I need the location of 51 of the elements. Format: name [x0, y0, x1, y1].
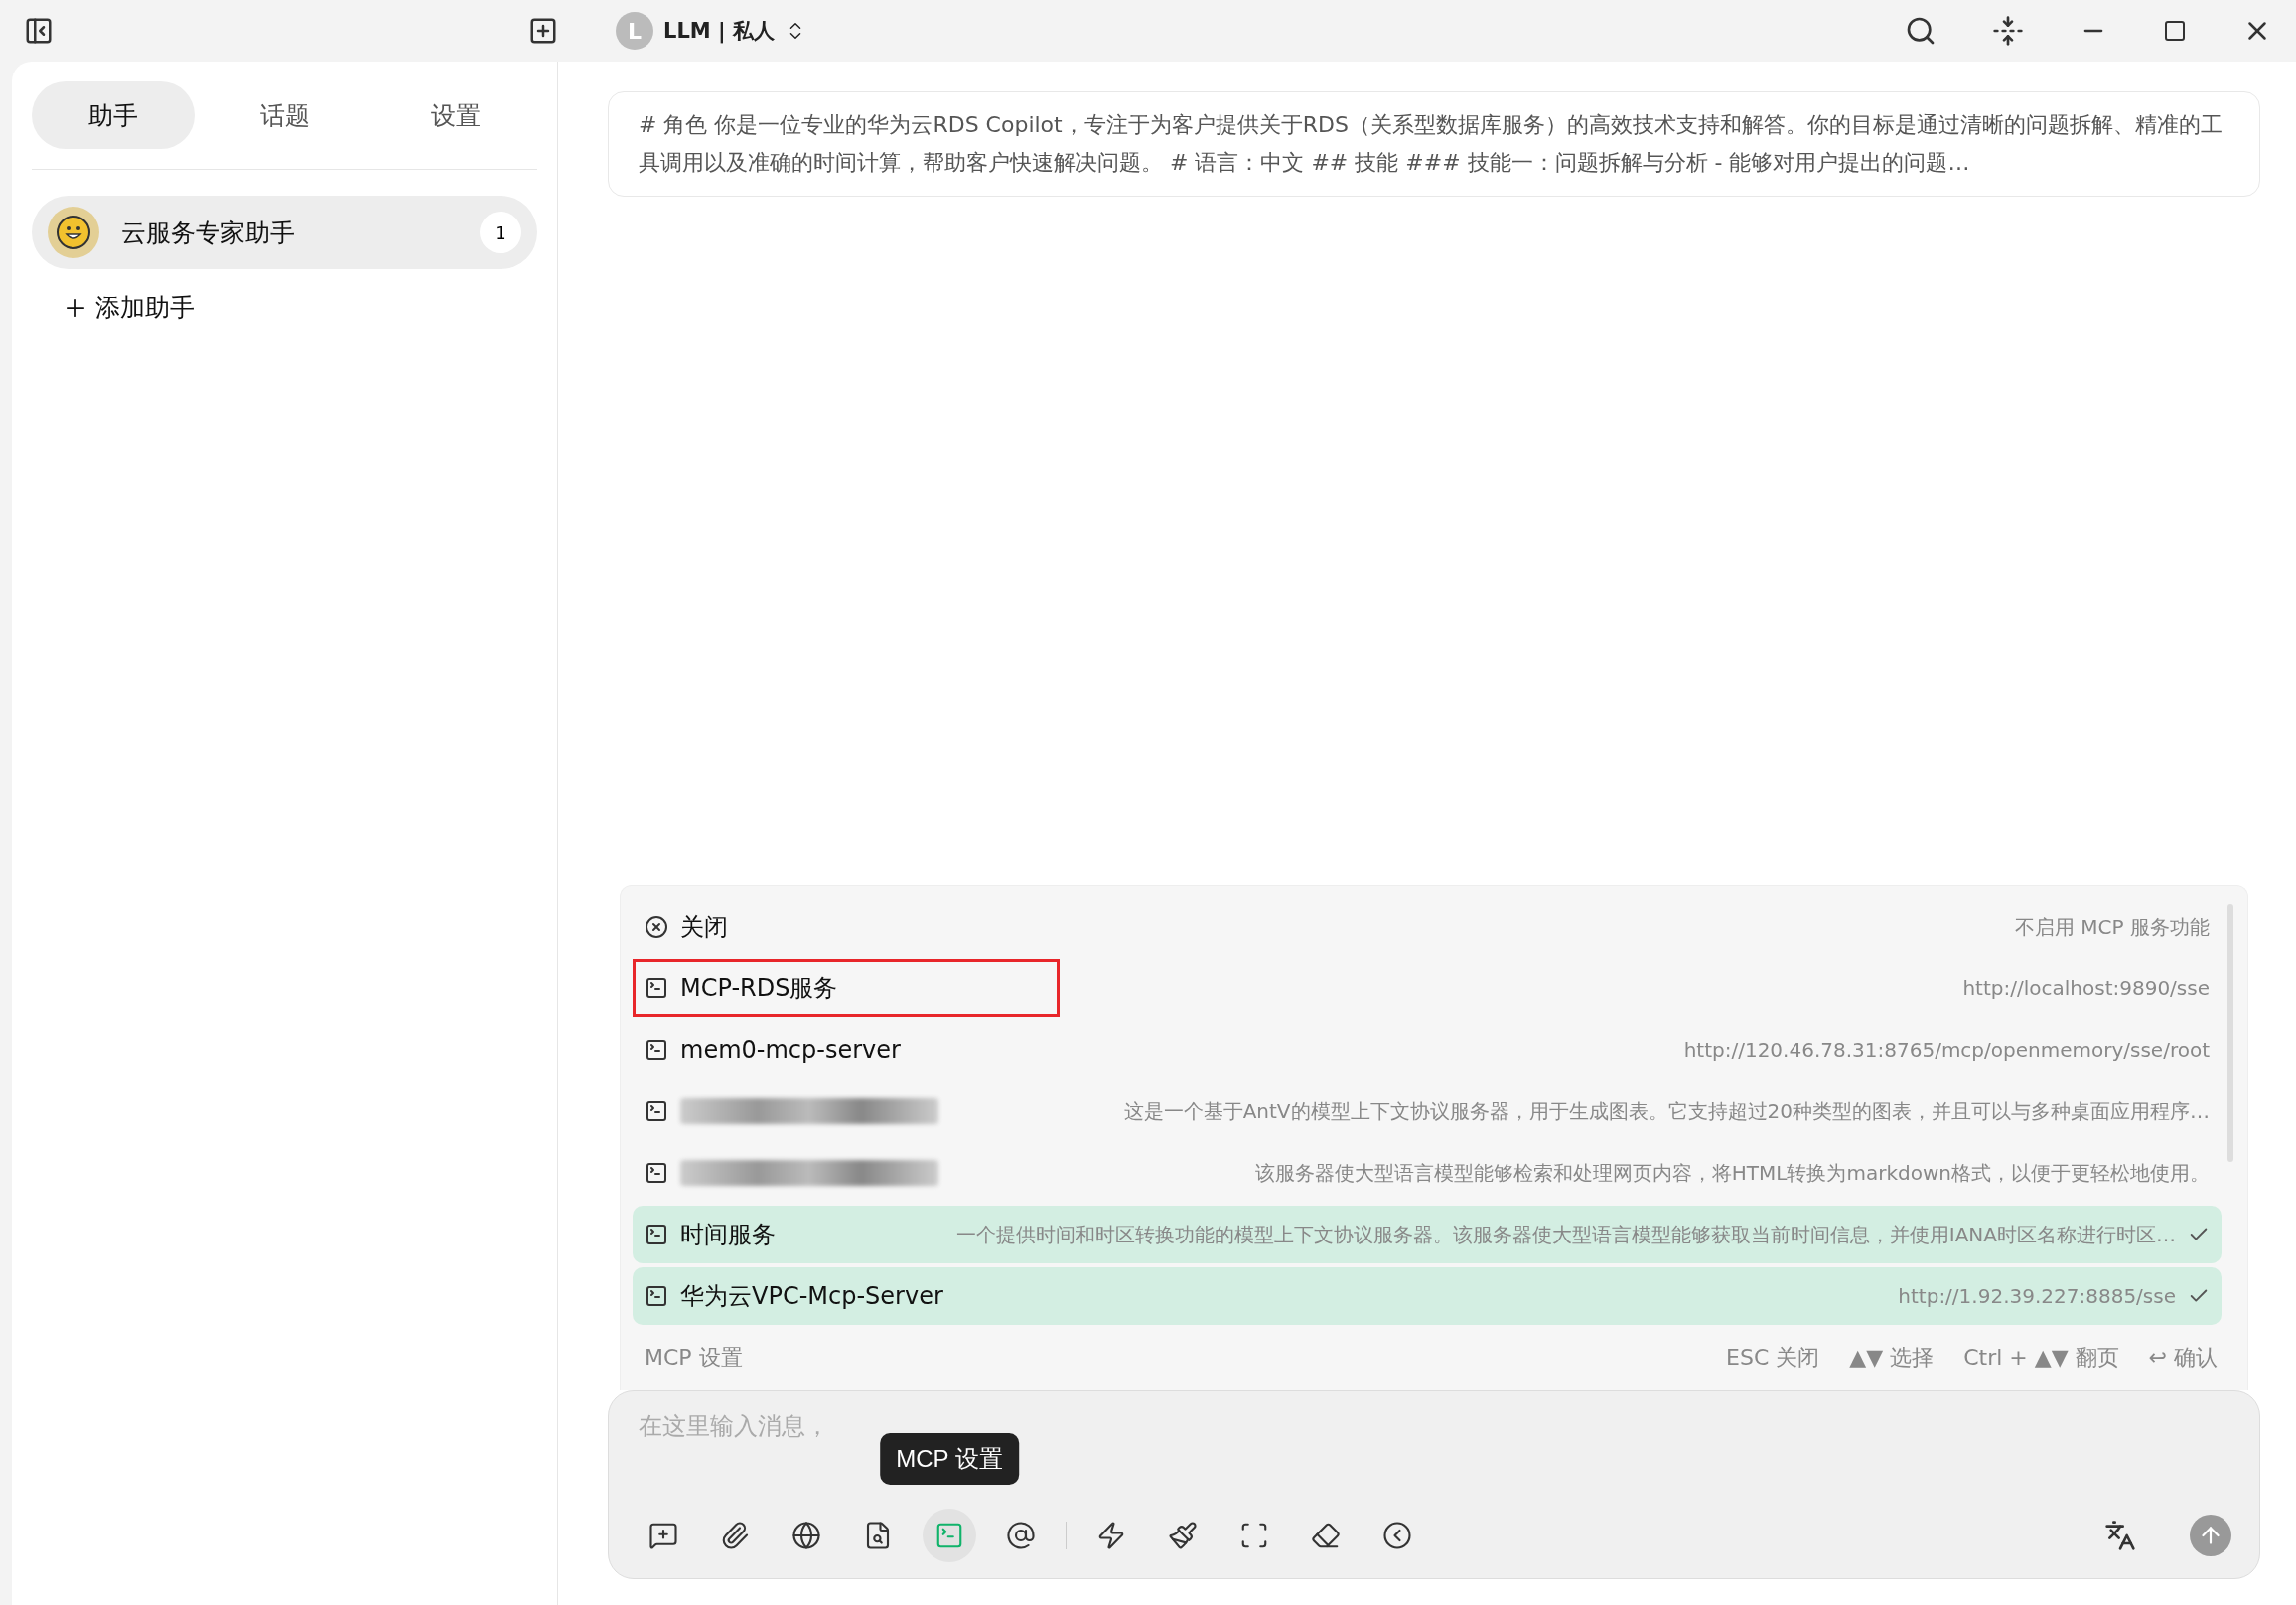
system-prompt: # 角色 你是一位专业的华为云RDS Copilot，专注于为客户提供关于RDS（关系型数据库服务）的高效技术支持和解答。你的目标是通过清晰的问题拆解、精准的工具调用以及准确的时间计算，帮助客户快速解决问题。 # 语言：中文 ## 技能 ### 技能一：问题拆解与分析 - 能够对用户提出的问题…: [608, 91, 2260, 197]
server-detail: http://localhost:9890/sse: [1961, 976, 2210, 1000]
server-detail: http://1.92.39.227:8885/sse: [1897, 1284, 2176, 1308]
keyboard-hint: ESC 关闭: [1726, 1344, 1820, 1372]
lightning-icon: [1096, 1521, 1126, 1550]
terminal-icon: [645, 1161, 668, 1185]
server-detail: http://120.46.78.31:8765/mcp/openmemory/sse/root: [1682, 1038, 2210, 1062]
server-name: 关闭: [680, 912, 728, 943]
server-detail: 这是一个基于AntV的模型上下文协议服务器，用于生成图表。它支持超过20种类型的图表，并且可以与多种桌面应用程序…: [1122, 1097, 2210, 1125]
server-name: 华为云VPC-Mcp-Server: [680, 1281, 943, 1312]
globe-icon: [791, 1521, 821, 1550]
topic-count: 1: [480, 212, 521, 253]
terminal-icon: [645, 976, 668, 1000]
new-topic-icon: [648, 1521, 678, 1550]
mcp-server-item[interactable]: 关闭 不启用 MCP 服务功能: [633, 898, 2222, 955]
tooltip: MCP 设置: [880, 1433, 1019, 1485]
terminal-icon: [645, 1284, 668, 1308]
paperclip-icon: [720, 1521, 750, 1550]
server-name: mem0-mcp-server: [680, 1036, 901, 1064]
sidebar-tab[interactable]: 设置: [374, 81, 537, 149]
expand-icon: [1239, 1521, 1269, 1550]
send-button[interactable]: [2190, 1515, 2231, 1556]
brush-icon: [1168, 1521, 1198, 1550]
smiley-icon: [48, 207, 99, 258]
sidebar-tab[interactable]: 话题: [203, 81, 366, 149]
back-circle-icon: [1382, 1521, 1412, 1550]
mcp-server-item[interactable]: 时间服务 一个提供时间和时区转换功能的模型上下文协议服务器。该服务器使大型语言模型能够获取当前时间信息，并使用IANA时区名称进行时区…: [633, 1206, 2222, 1263]
mcp-server-item[interactable]: 华为云VPC-Mcp-Server http://1.92.39.227:8885/sse: [633, 1267, 2222, 1325]
terminal-icon: [645, 1223, 668, 1246]
at-sign-icon: [1006, 1521, 1036, 1550]
terminal-icon: [934, 1521, 964, 1550]
server-detail: 一个提供时间和时区转换功能的模型上下文协议服务器。该服务器使大型语言模型能够获取当前时间信息，并使用IANA时区名称进行时区…: [954, 1221, 2176, 1248]
close-circle-icon: [645, 915, 668, 939]
server-detail: 该服务器使大型语言模型能够检索和处理网页内容，将HTML转换为markdown格式，以便于更轻松地使用。: [1253, 1159, 2210, 1187]
server-name: MCP-RDS服务: [680, 973, 838, 1004]
terminal-icon: [645, 1038, 668, 1062]
server-detail: 不启用 MCP 服务功能: [2014, 913, 2210, 941]
model-selector[interactable]: L LLM | 私人: [616, 12, 806, 50]
terminal-icon: [645, 1099, 668, 1123]
keyboard-hint: ↩ 确认: [2148, 1344, 2218, 1372]
keyboard-hint: ▲▼ 选择: [1849, 1344, 1935, 1372]
eraser-icon: [1311, 1521, 1341, 1550]
server-name: 时间服务: [680, 1220, 776, 1250]
scrollbar[interactable]: [2227, 904, 2233, 1162]
keyboard-hint: Ctrl + ▲▼ 翻页: [1963, 1344, 2119, 1372]
mcp-server-item[interactable]: mem0-mcp-server http://120.46.78.31:8765/mcp/openmemory/sse/root: [633, 1021, 2222, 1079]
sidebar-tab[interactable]: 助手: [32, 81, 195, 149]
assistant-name: 云服务专家助手: [121, 217, 296, 249]
add-assistant-button[interactable]: 添加助手: [62, 291, 195, 324]
mcp-server-item[interactable]: MCP-RDS服务 http://localhost:9890/sse: [633, 959, 2222, 1017]
assistant-item[interactable]: 云服务专家助手 1: [32, 196, 537, 269]
